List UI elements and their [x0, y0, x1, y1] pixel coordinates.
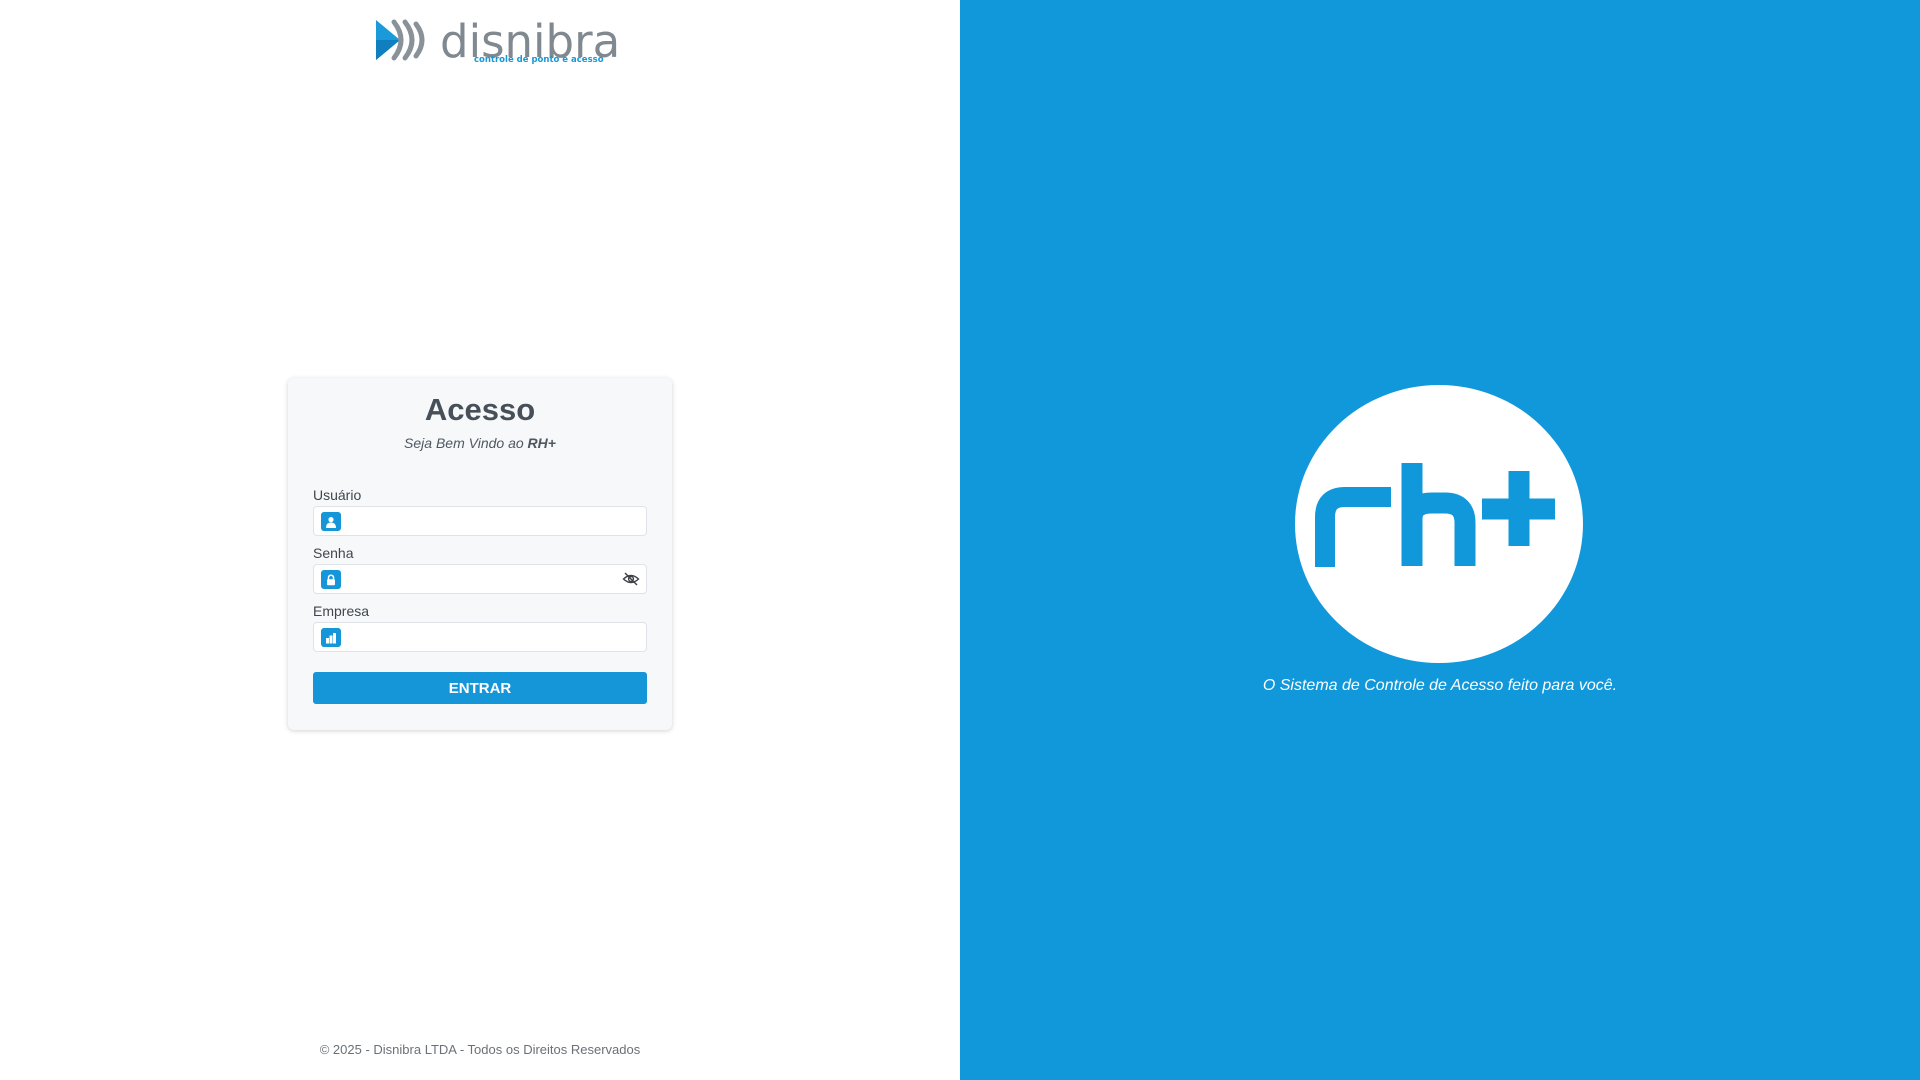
promo-slogan: O Sistema de Controle de Acesso feito pa… [1262, 677, 1618, 694]
footer-copyright: © 2025 - Disnibra LTDA - Todos os Direit… [319, 1042, 641, 1057]
promo-panel: O Sistema de Controle de Acesso feito pa… [960, 0, 1920, 1080]
login-title: Acesso [424, 392, 536, 427]
disnibra-logo: disnibra controle de ponto e acesso [374, 15, 620, 68]
rh-plus-logo-graphic [1315, 463, 1555, 567]
subtitle-text: Seja Bem Vindo ao [404, 435, 528, 451]
company-input[interactable] [348, 623, 616, 651]
rh-plus-logo [1295, 385, 1583, 663]
eye-slash-icon[interactable] [622, 571, 640, 587]
logo-tagline: controle de ponto e acesso [474, 55, 604, 65]
user-icon [321, 512, 341, 531]
subtitle-product: RH+ [527, 435, 556, 451]
user-input[interactable] [348, 507, 616, 535]
company-label: Empresa [313, 603, 370, 619]
user-label: Usuário [313, 487, 362, 503]
login-submit-button[interactable]: ENTRAR [313, 672, 647, 704]
password-label: Senha [313, 545, 354, 561]
user-field[interactable] [313, 506, 647, 536]
login-panel: disnibra controle de ponto e acesso Aces… [0, 0, 960, 1080]
login-subtitle: Seja Bem Vindo ao RH+ [288, 435, 672, 451]
password-field[interactable] [313, 564, 647, 594]
building-icon [321, 628, 341, 647]
login-card: Acesso Seja Bem Vindo ao RH+ Usuário Sen… [288, 378, 672, 730]
logo-mark-icon [376, 19, 425, 61]
password-input[interactable] [348, 565, 616, 593]
company-field[interactable] [313, 622, 647, 652]
lock-icon [321, 570, 341, 589]
